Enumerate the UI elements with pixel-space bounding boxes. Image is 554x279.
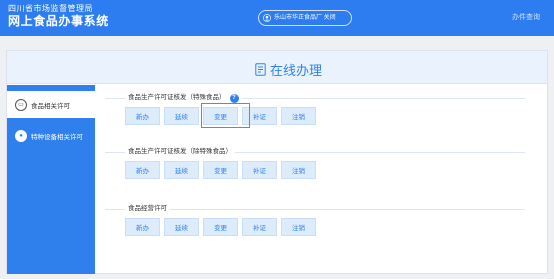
section-title: 食品生产许可证核发（特殊食品） ? (125, 93, 242, 103)
document-icon (255, 63, 266, 76)
reissue-button[interactable]: 补证 (242, 218, 277, 236)
change-button[interactable]: 变更 (203, 161, 238, 179)
renew-button[interactable]: 延续 (164, 107, 199, 125)
user-account-pill[interactable]: 乐山市华正食品厂 关闭 (258, 10, 352, 26)
card-header: 在线办理 (7, 51, 547, 84)
section-title: 食品经营许可 (125, 204, 170, 214)
card-title-text: 在线办理 (270, 63, 323, 78)
help-icon[interactable]: ? (229, 93, 239, 103)
online-service-card: 在线办理 ▭ 食品相关许可 ● 特种设备相关许可 食品生产许可证核发（特殊食品）… (6, 50, 548, 274)
system-name: 网上食品办事系统 (8, 14, 109, 28)
section-title-text: 食品生产许可证核发（特殊食品） (128, 94, 226, 101)
user-icon (263, 14, 271, 22)
cancel-button[interactable]: 注销 (281, 107, 316, 125)
new-button[interactable]: 新办 (125, 161, 160, 179)
section-title: 食品生产许可证核发（除特殊食品） (125, 147, 235, 157)
top-header: 四川省市场监督管理局 网上食品办事系统 乐山市华正食品厂 关闭 办件查询 (0, 0, 554, 36)
renew-button[interactable]: 延续 (164, 161, 199, 179)
food-icon: ▭ (15, 98, 27, 111)
selection-highlight (201, 103, 250, 128)
renew-button[interactable]: 延续 (164, 218, 199, 236)
cancel-button[interactable]: 注销 (281, 161, 316, 179)
category-sidebar: ▭ 食品相关许可 ● 特种设备相关许可 (7, 85, 97, 274)
change-button[interactable]: 变更 (203, 218, 238, 236)
new-button[interactable]: 新办 (125, 218, 160, 236)
brand: 四川省市场监督管理局 网上食品办事系统 (8, 4, 109, 29)
section-title-text: 食品生产许可证核发（除特殊食品） (128, 148, 232, 155)
new-button[interactable]: 新办 (125, 107, 160, 125)
sidebar-item-label: 特种设备相关许可 (31, 133, 83, 141)
gear-icon: ● (15, 129, 27, 142)
reissue-button[interactable]: 补证 (242, 161, 277, 179)
cancel-button[interactable]: 注销 (281, 218, 316, 236)
card-title: 在线办理 (255, 60, 322, 79)
sidebar-item-special-equipment[interactable]: ● 特种设备相关许可 (7, 122, 95, 149)
sidebar-item-label: 食品相关许可 (31, 102, 70, 110)
progress-query-link[interactable]: 办件查询 (512, 12, 540, 22)
org-name: 四川省市场监督管理局 (8, 4, 93, 13)
section-title-text: 食品经营许可 (128, 205, 167, 212)
user-name: 乐山市华正食品厂 关闭 (274, 15, 336, 21)
sidebar-item-food-license[interactable]: ▭ 食品相关许可 (7, 91, 97, 118)
